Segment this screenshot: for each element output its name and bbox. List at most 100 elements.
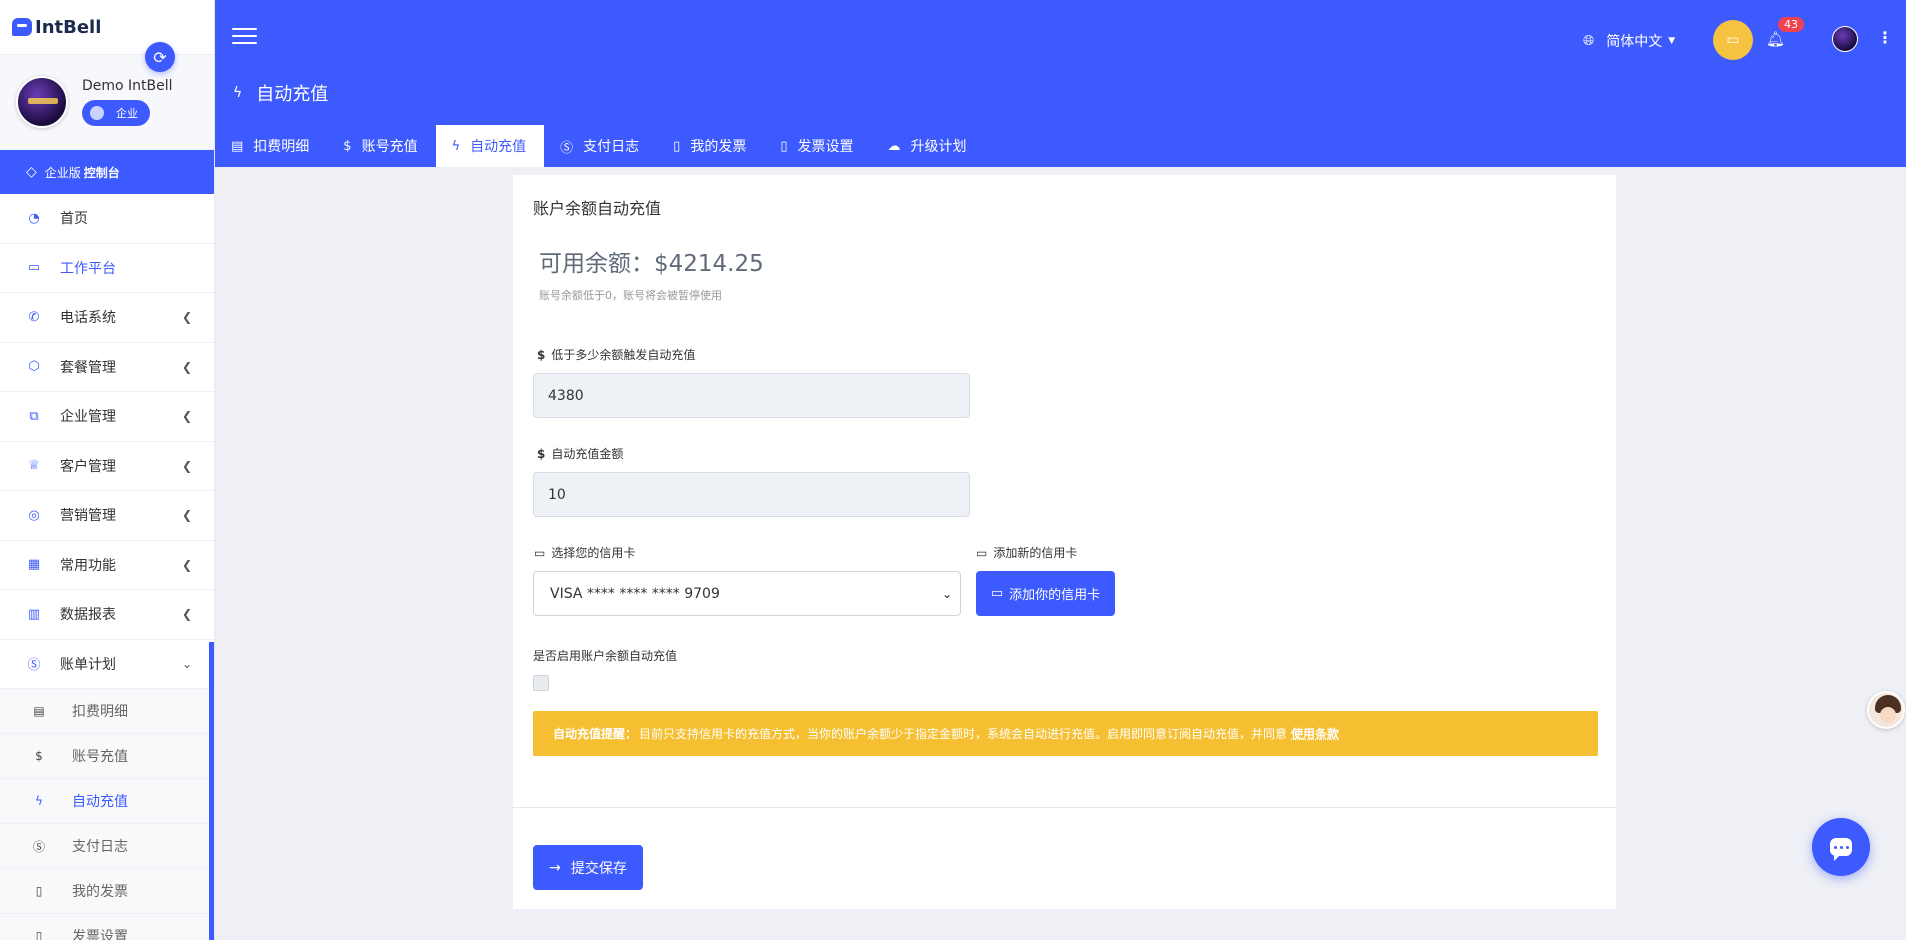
enable-auto-recharge-checkbox[interactable] (533, 675, 549, 691)
sidebar-item-common[interactable]: ▦ 常用功能 ❮ (0, 541, 214, 590)
auto-recharge-notice: 自动充值提醒： 目前只支持信用卡的充值方式，当你的账户余额少于指定金额时，系统会… (533, 711, 1598, 756)
tab-label: 我的发票 (690, 139, 747, 155)
tab-label: 发票设置 (797, 139, 854, 155)
phone-icon: ✆ (28, 309, 40, 325)
sidebar-item-marketing[interactable]: ◎ 营销管理 ❮ (0, 491, 214, 541)
sidebar-subitem-deductions[interactable]: ▤ 扣费明细 (0, 689, 214, 734)
tab-deductions[interactable]: ▤ 扣费明细 (215, 125, 327, 167)
threshold-input[interactable]: 4380 (533, 373, 970, 418)
auto-recharge-card: 账户余额自动充值 可用余额：$4214.25 账号余额低于0，账号将会被暂停使用… (513, 175, 1616, 909)
receipt-icon: ▤ (33, 704, 45, 718)
target-icon: ◎ (28, 507, 40, 523)
toggle-dot-icon (90, 106, 104, 120)
billing-tabs: ▤ 扣费明细 $ 账号充值 ϟ 自动充值 Ⓢ 支付日志 ▯ 我的发票 ▯ 发票设置 ☁ 升级计… (215, 125, 984, 167)
sync-button[interactable]: ⟳ (145, 42, 175, 72)
sidebar-subitem-invoices[interactable]: ▯ 我的发票 (0, 869, 214, 914)
add-card-icon: ▭ (990, 586, 1004, 601)
console-label: 控制台 (83, 165, 120, 180)
sidebar-item-enterprise[interactable]: ⧉ 企业管理 ❮ (0, 392, 214, 442)
language-selector[interactable]: 🌐︎ 简体中文 ▼ (1583, 31, 1675, 51)
sidebar-item-billing[interactable]: Ⓢ 账单计划 ⌄ (0, 640, 214, 689)
add-credit-card-button[interactable]: ▭ 添加你的信用卡 (976, 571, 1115, 616)
sidebar-item-reports[interactable]: ▥ 数据报表 ❮ (0, 590, 214, 640)
tab-recharge[interactable]: $ 账号充值 (327, 125, 435, 167)
terms-link[interactable]: 使用条款 (1291, 725, 1339, 742)
bell-icon[interactable]: 🔔︎ (1766, 30, 1785, 48)
notice-text: 目前只支持信用卡的充值方式，当你的账户余额少于指定金额时，系统会自动进行充值。启… (639, 727, 1288, 741)
sidebar-subitem-label: 扣费明细 (72, 704, 128, 720)
more-vertical-icon[interactable]: ⋮ (1877, 28, 1893, 47)
sidebar-subitem-label: 发票设置 (72, 929, 128, 940)
chat-icon (1830, 838, 1852, 861)
top-header: ϟ 自动充值 🌐︎ 简体中文 ▼ ▭ 🔔︎ 43 ⋮ ▤ 扣费明细 $ 账号充值 ϟ… (215, 0, 1906, 167)
globe-icon: 🌐︎ (1583, 33, 1595, 49)
chat-button[interactable] (1812, 818, 1870, 876)
sync-icon: ⟳ (153, 47, 167, 67)
chevron-left-icon: ❮ (181, 557, 192, 572)
sidebar-item-phone[interactable]: ✆ 电话系统 ❮ (0, 293, 214, 343)
sidebar-subitem-recharge[interactable]: $ 账号充值 (0, 734, 214, 779)
amount-label-text: 自动充值金额 (551, 447, 624, 461)
sidebar-item-customers[interactable]: ♕ 客户管理 ❮ (0, 442, 214, 491)
submit-save-button[interactable]: → 提交保存 (533, 845, 643, 890)
user-avatar[interactable] (1832, 26, 1858, 52)
sidebar-subitem-label: 自动充值 (72, 794, 128, 810)
dollar-circle-icon: Ⓢ (32, 839, 45, 854)
console-link[interactable]: ◇ 企业版 控制台 (0, 150, 214, 194)
sidebar-scrollbar[interactable] (209, 642, 214, 940)
sidebar-item-label: 工作平台 (60, 260, 116, 277)
submit-save-label: 提交保存 (570, 860, 627, 877)
page-title: ϟ 自动充值 (233, 80, 328, 106)
chevron-down-icon: ⌄ (181, 656, 192, 671)
add-card-label-text: 添加新的信用卡 (993, 546, 1078, 560)
dollar-icon: $ (35, 749, 43, 763)
invoice-settings-icon: ▯ (780, 138, 788, 154)
sidebar-item-workspace[interactable]: ▭ 工作平台 (0, 244, 214, 293)
sidebar-subitem-invoice-settings[interactable]: ▯ 发票设置 (0, 914, 214, 940)
console-prefix: 企业版 (44, 165, 81, 180)
tab-auto-recharge[interactable]: ϟ 自动充值 (435, 125, 545, 167)
chevron-down-icon: ⌄ (941, 586, 952, 601)
chevron-left-icon: ❮ (181, 458, 192, 473)
brand-name: IntBell (35, 16, 102, 38)
logo[interactable]: IntBell (0, 0, 214, 55)
add-credit-card-button-label: 添加你的信用卡 (1009, 588, 1101, 603)
tab-payment-log[interactable]: Ⓢ 支付日志 (544, 125, 657, 167)
sidebar-subitem-auto-recharge[interactable]: ϟ 自动充值 (0, 779, 214, 824)
assistant-avatar[interactable] (1867, 691, 1905, 729)
balance-note: 账号余额低于0，账号将会被暂停使用 (539, 289, 722, 302)
avatar[interactable] (16, 76, 68, 128)
dollar-circle-icon: Ⓢ (27, 658, 41, 674)
chevron-left-icon: ❮ (181, 508, 192, 523)
dollar-icon: $ (537, 446, 546, 461)
card-title: 账户余额自动充值 (533, 199, 662, 218)
user-name: Demo IntBell (82, 78, 173, 94)
tab-label: 升级计划 (910, 139, 967, 155)
tab-invoices[interactable]: ▯ 我的发票 (657, 125, 764, 167)
tab-invoice-settings[interactable]: ▯ 发票设置 (764, 125, 871, 167)
credit-card-icon: ▭ (534, 545, 546, 560)
sidebar-item-label: 客户管理 (60, 458, 116, 475)
add-card-icon: ▭ (976, 545, 988, 560)
bolt-icon: ϟ (35, 794, 43, 808)
dashboard-icon: ◔ (28, 210, 40, 226)
role-label: 企业 (116, 107, 138, 120)
workspace-button[interactable]: ▭ (1713, 20, 1753, 60)
bolt-icon: ϟ (233, 85, 243, 101)
role-toggle[interactable]: 企业 (82, 100, 150, 126)
credit-card-select[interactable]: VISA **** **** **** 9709 ⌄ (533, 571, 961, 616)
tab-label: 支付日志 (583, 139, 640, 155)
menu-toggle-icon[interactable] (232, 28, 257, 46)
sidebar-item-home[interactable]: ◔ 首页 (0, 194, 214, 244)
tab-upgrade-plan[interactable]: ☁ 升级计划 (871, 125, 984, 167)
sidebar-item-label: 电话系统 (60, 310, 116, 327)
card-select-label-text: 选择您的信用卡 (551, 546, 636, 560)
sidebar-subitem-payment-log[interactable]: Ⓢ 支付日志 (0, 824, 214, 869)
sidebar-item-packages[interactable]: ⬡ 套餐管理 ❮ (0, 343, 214, 392)
grid-icon: ▦ (27, 557, 41, 573)
package-icon: ⬡ (28, 359, 40, 375)
sidebar-subitem-label: 账号充值 (72, 749, 128, 765)
arrow-right-icon: → (549, 859, 561, 876)
diamond-icon: ◇ (26, 164, 37, 180)
amount-input[interactable]: 10 (533, 472, 970, 517)
